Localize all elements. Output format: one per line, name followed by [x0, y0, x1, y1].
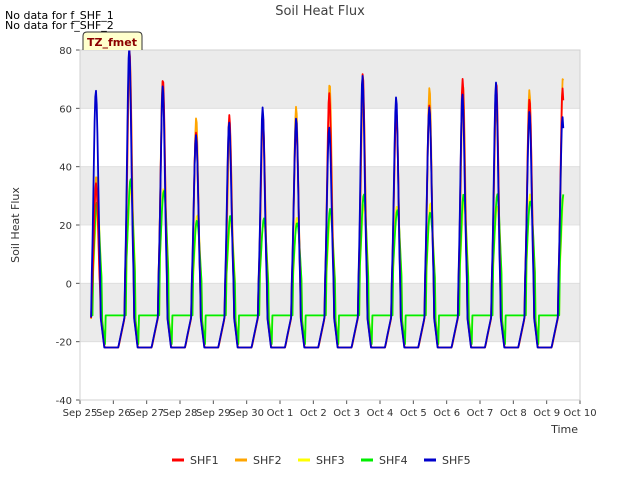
y-tick-label: 60 — [59, 104, 72, 115]
tz-badge-label: TZ_fmet — [87, 36, 137, 49]
x-tick-label: Oct 6 — [433, 408, 460, 419]
x-tick-label: Oct 7 — [467, 408, 494, 419]
legend-label: SHF5 — [442, 454, 471, 467]
legend: SHF1 SHF2 SHF3 SHF4 SHF5 — [172, 454, 471, 467]
x-tick-label: Sep 26 — [96, 408, 131, 419]
x-tick-label: Oct 10 — [563, 408, 596, 419]
y-tick-label: 20 — [59, 221, 72, 232]
x-tick-label: Oct 1 — [267, 408, 294, 419]
tz-badge: TZ_fmet — [82, 31, 143, 50]
x-tick-label: Sep 28 — [163, 408, 198, 419]
x-tick-label: Sep 29 — [196, 408, 231, 419]
soil-heat-flux-chart: -40 -20 0 20 40 60 80 Sep 25Sep 26Sep 27Sep 28… — [9, 4, 597, 467]
x-tick-label: Oct 4 — [367, 408, 394, 419]
y-axis-label: Soil Heat Flux — [9, 187, 22, 263]
legend-label: SHF1 — [190, 454, 219, 467]
x-tick-label: Oct 9 — [533, 408, 560, 419]
y-tick-label: -40 — [56, 396, 72, 407]
x-tick-label: Sep 27 — [129, 408, 164, 419]
legend-label: SHF3 — [316, 454, 345, 467]
y-axis: -40 -20 0 20 40 60 80 — [56, 46, 80, 407]
y-tick-label: 40 — [59, 163, 72, 174]
chart-title: Soil Heat Flux — [275, 4, 365, 19]
x-tick-label: Sep 25 — [63, 408, 98, 419]
x-axis-label: Time — [550, 423, 578, 436]
y-tick-label: 0 — [66, 279, 72, 290]
x-tick-label: Oct 5 — [400, 408, 427, 419]
x-tick-label: Oct 8 — [500, 408, 527, 419]
y-tick-label: 80 — [59, 46, 72, 57]
x-axis: Sep 25Sep 26Sep 27Sep 28Sep 29Sep 30 Oct … — [63, 400, 597, 419]
legend-label: SHF2 — [253, 454, 282, 467]
legend-label: SHF4 — [379, 454, 408, 467]
y-tick-label: -20 — [56, 338, 72, 349]
x-tick-label: Sep 30 — [229, 408, 264, 419]
x-tick-label: Oct 2 — [300, 408, 327, 419]
x-tick-label: Oct 3 — [333, 408, 360, 419]
